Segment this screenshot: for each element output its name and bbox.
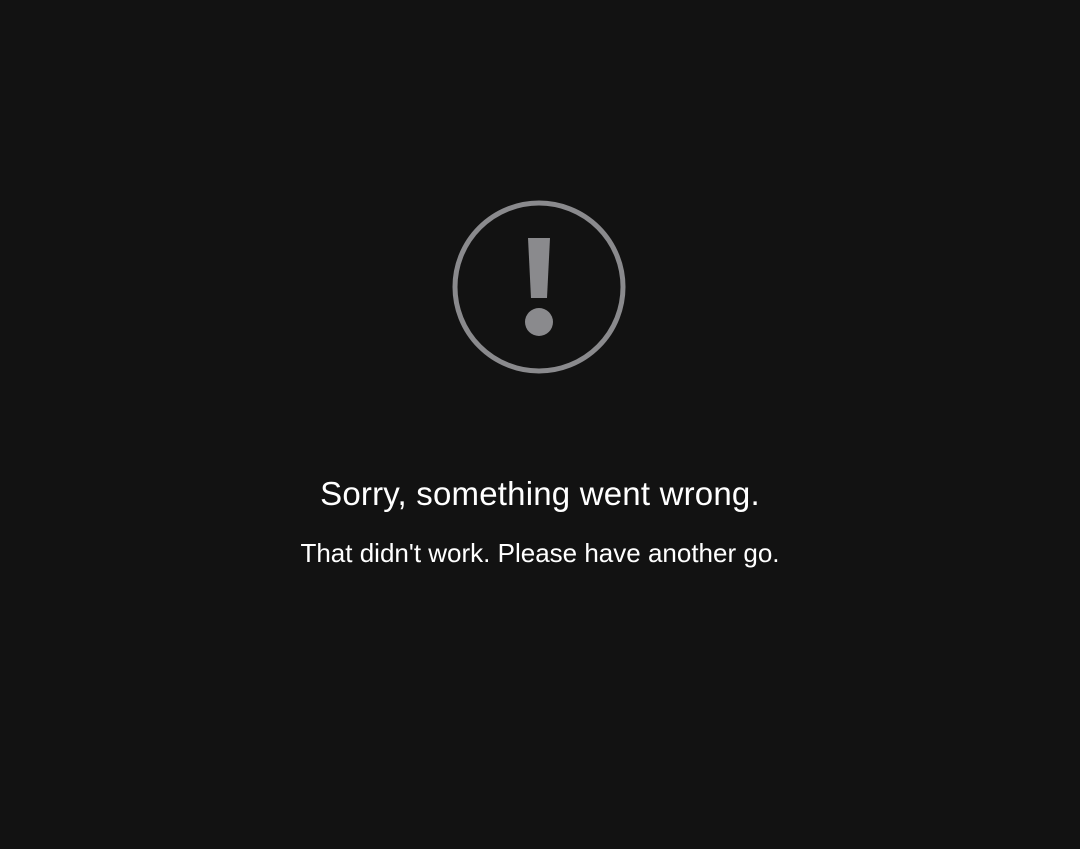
error-screen: Sorry, something went wrong. That didn't… <box>0 0 1080 849</box>
exclamation-circle-icon <box>452 200 626 374</box>
error-message: That didn't work. Please have another go… <box>300 538 780 568</box>
error-title: Sorry, something went wrong. <box>320 475 760 512</box>
